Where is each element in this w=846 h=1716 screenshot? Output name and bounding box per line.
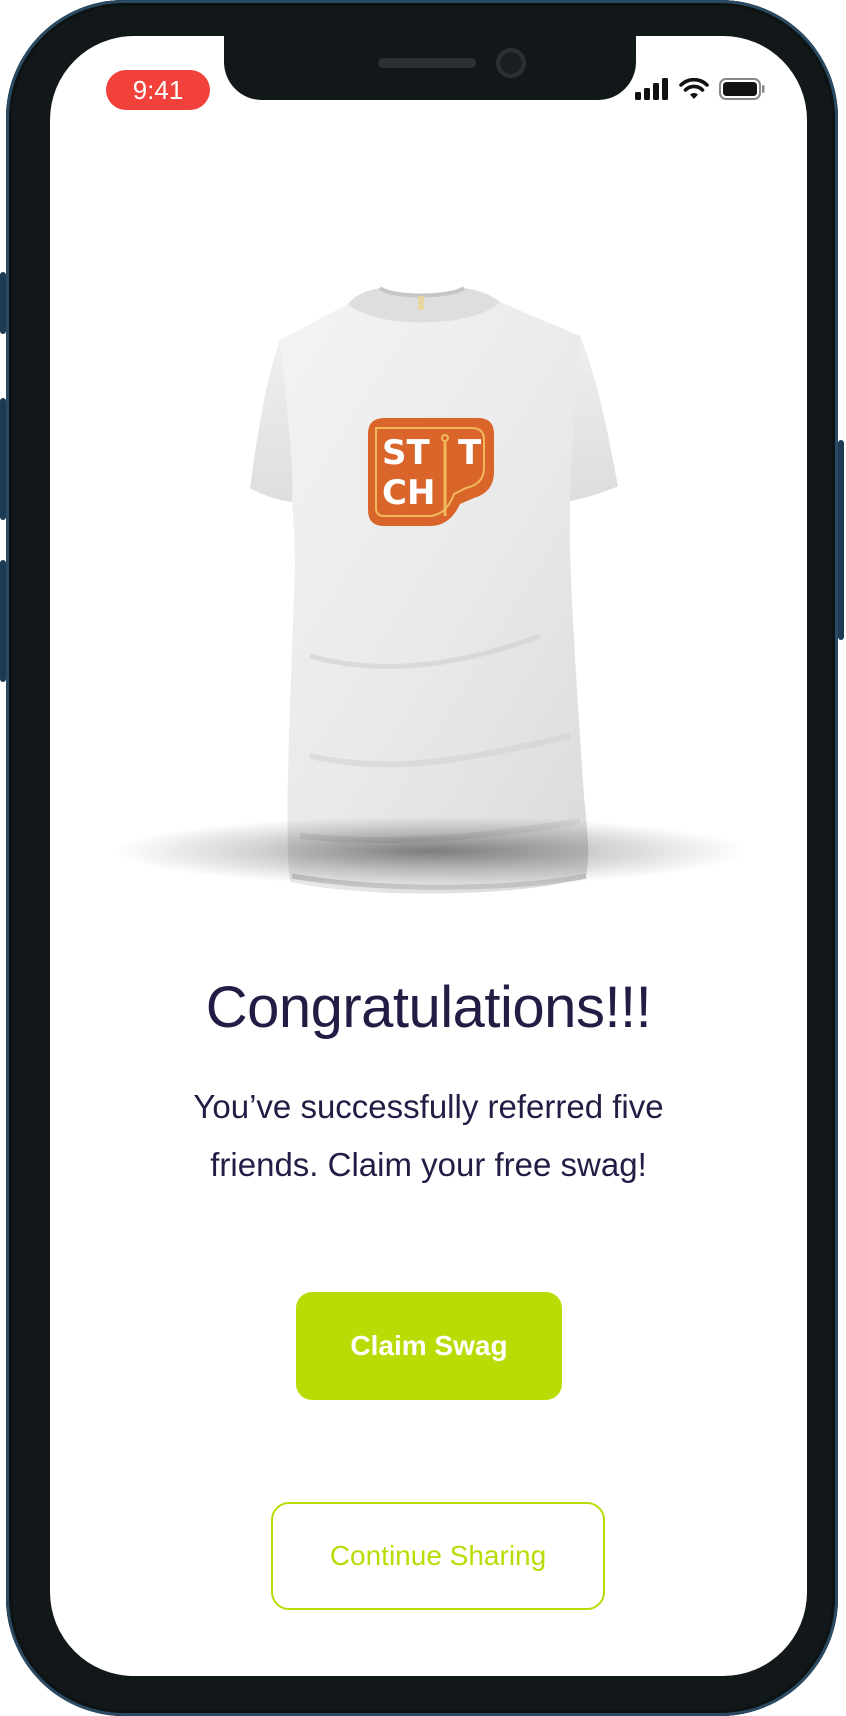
- svg-text:T: T: [458, 433, 482, 473]
- phone-frame: 9:41 ST T CH Congratulations!!! You’ve s…: [0, 0, 844, 1716]
- tshirt-image: ST T CH: [160, 236, 700, 916]
- wifi-icon: [679, 78, 709, 99]
- claim-swag-button[interactable]: Claim Swag: [296, 1292, 562, 1400]
- svg-text:ST: ST: [382, 433, 430, 473]
- svg-text:CH: CH: [382, 473, 435, 513]
- speaker-grille: [378, 58, 476, 68]
- battery-icon: [719, 78, 765, 100]
- cellular-signal-icon: [635, 78, 668, 100]
- status-icons: [635, 76, 765, 102]
- volume-down-button: [0, 560, 6, 682]
- continue-sharing-button[interactable]: Continue Sharing: [271, 1502, 605, 1610]
- mute-switch: [0, 272, 6, 334]
- notch: [224, 36, 636, 100]
- referral-message: You’ve successfully referred five friend…: [193, 1088, 664, 1183]
- front-camera: [496, 48, 526, 78]
- power-button: [838, 440, 844, 640]
- app-screen: 9:41 ST T CH Congratulations!!! You’ve s…: [50, 36, 807, 1676]
- shirt-shadow: [110, 816, 750, 886]
- congratulations-heading: Congratulations!!!: [205, 975, 652, 1040]
- volume-up-button: [0, 398, 6, 520]
- status-time: 9:41: [106, 70, 210, 110]
